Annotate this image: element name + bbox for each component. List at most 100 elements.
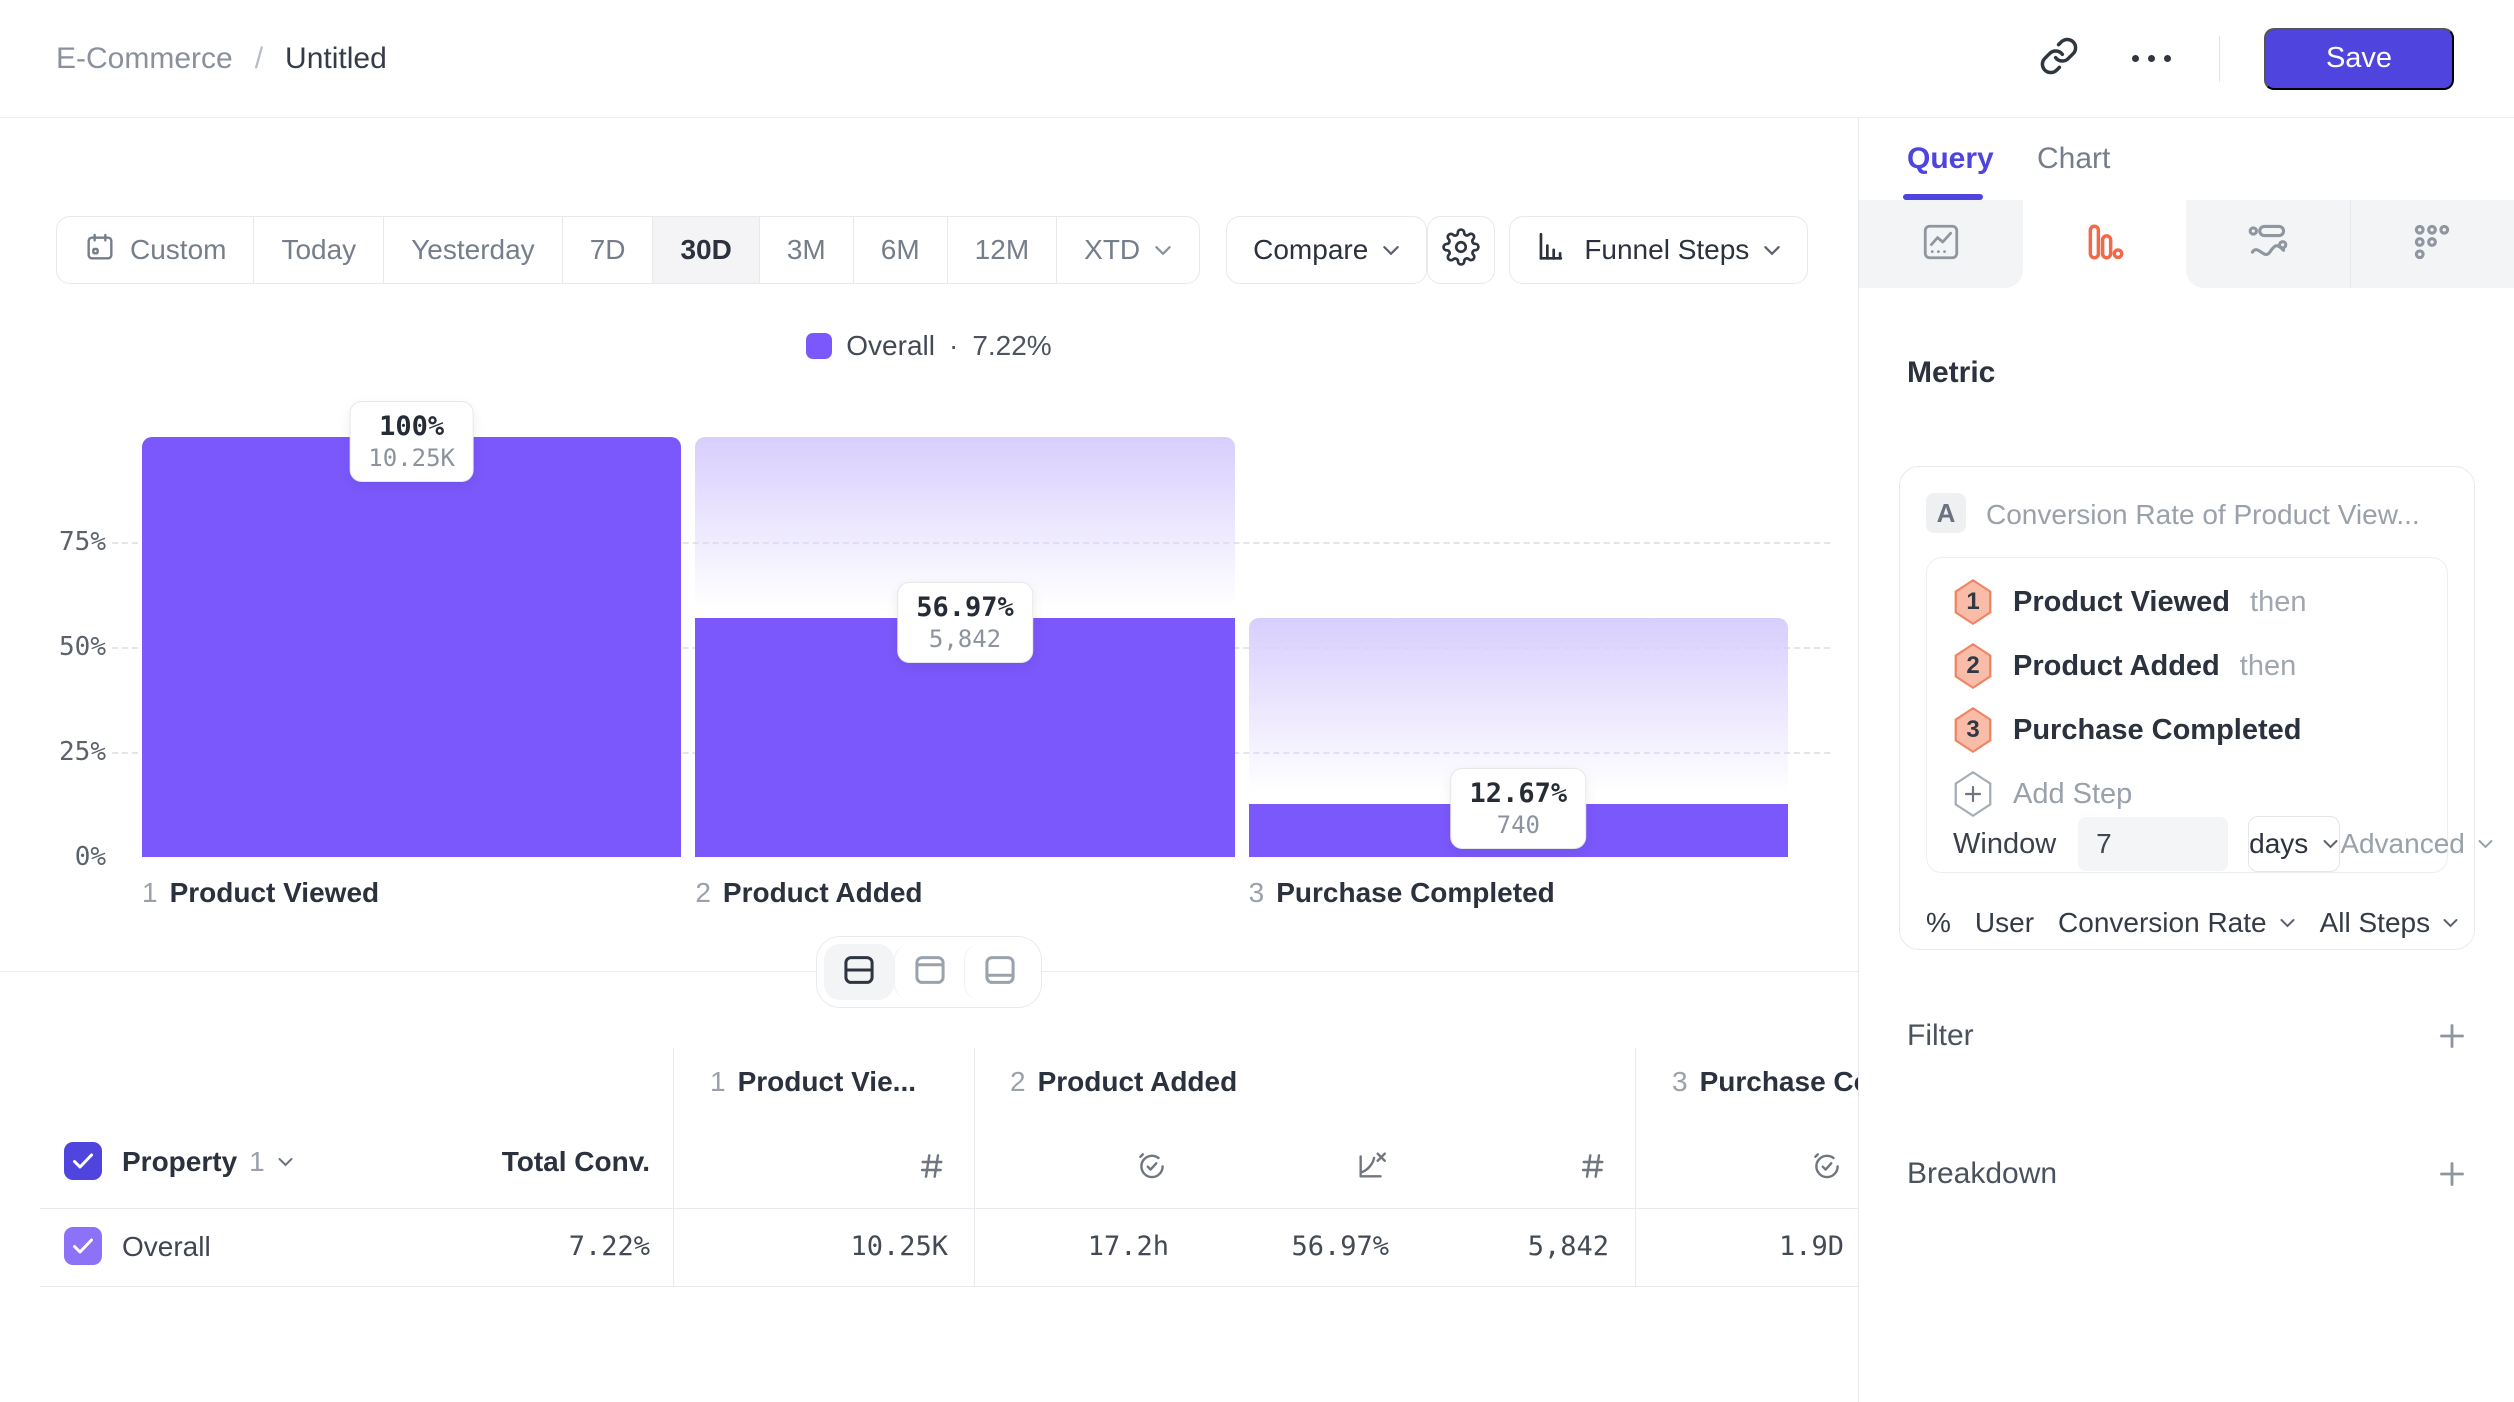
window-unit-dropdown[interactable]: days bbox=[2248, 816, 2340, 872]
step-label: Product Added bbox=[1038, 1066, 1238, 1098]
tab-query[interactable]: Query bbox=[1907, 142, 1994, 176]
date-range-yesterday[interactable]: Yesterday bbox=[383, 217, 562, 283]
chevron-down-icon bbox=[1154, 245, 1172, 256]
chevron-down-icon bbox=[2279, 918, 2296, 928]
breadcrumb-parent[interactable]: E-Commerce bbox=[56, 42, 233, 76]
step-badge-icon: 2 bbox=[1953, 643, 1993, 689]
funnel-step-2[interactable]: 2 Product Added then bbox=[1953, 642, 2296, 690]
row-overall-checkbox[interactable] bbox=[64, 1227, 102, 1265]
measure-scope-dropdown[interactable]: All Steps bbox=[2320, 907, 2460, 939]
date-range-6m[interactable]: 6M bbox=[853, 217, 947, 283]
journeys-flow-icon bbox=[2246, 220, 2290, 269]
y-axis-tick-label: 0% bbox=[40, 842, 106, 872]
funnel-step-3[interactable]: 3 Purchase Completed bbox=[1953, 706, 2321, 754]
chart-settings-button[interactable] bbox=[1427, 216, 1495, 284]
bar-value-chip-3: 12.67%740 bbox=[1451, 768, 1587, 849]
date-range-today[interactable]: Today bbox=[253, 217, 383, 283]
table-row-divider bbox=[40, 1286, 1858, 1287]
add-breakdown-button[interactable] bbox=[2434, 1156, 2470, 1192]
query-panel: Query Chart bbox=[1858, 118, 2514, 1402]
chart-legend[interactable]: Overall · 7.22% bbox=[0, 330, 1858, 362]
more-options-button[interactable] bbox=[2127, 35, 2175, 83]
layout-top-row-icon bbox=[913, 954, 947, 991]
total-conv-header: Total Conv. bbox=[430, 1146, 650, 1178]
date-range-12m[interactable]: 12M bbox=[947, 217, 1056, 283]
date-range-7d[interactable]: 7D bbox=[562, 217, 653, 283]
avg-time-icon[interactable] bbox=[969, 1148, 1169, 1187]
layout-table-only-button[interactable] bbox=[964, 944, 1034, 1000]
filter-section: Filter bbox=[1907, 1018, 2470, 1054]
legend-separator: · bbox=[949, 330, 958, 362]
gear-icon bbox=[1442, 228, 1480, 273]
layout-chart-only-button[interactable] bbox=[894, 944, 964, 1000]
layout-split-button[interactable] bbox=[824, 944, 894, 1000]
tab-funnel-chart[interactable] bbox=[2023, 200, 2187, 288]
step-event-name: Product Added bbox=[2013, 650, 2220, 683]
tab-journeys[interactable] bbox=[2186, 200, 2350, 288]
breakdown-label: Breakdown bbox=[1907, 1157, 2057, 1191]
date-range-label: Custom bbox=[130, 234, 226, 266]
property-label: Property bbox=[122, 1146, 237, 1178]
advanced-label: Advanced bbox=[2340, 828, 2465, 860]
property-select-all-checkbox[interactable] bbox=[64, 1142, 102, 1180]
bar-count: 5,842 bbox=[916, 625, 1014, 653]
chevron-down-icon bbox=[2477, 839, 2494, 849]
checkbox-checked-icon bbox=[64, 1227, 102, 1265]
breakdown-section: Breakdown bbox=[1907, 1156, 2470, 1192]
app-window: E-Commerce / Untitled Save bbox=[0, 0, 2514, 1402]
add-filter-button[interactable] bbox=[2434, 1018, 2470, 1054]
advanced-dropdown[interactable]: Advanced bbox=[2340, 828, 2494, 860]
window-value-input[interactable] bbox=[2078, 817, 2228, 871]
bar-count: 740 bbox=[1470, 811, 1568, 839]
step-label: Purchase Completed bbox=[1700, 1066, 1858, 1098]
date-range-custom[interactable]: Custom bbox=[57, 217, 253, 283]
table-column-header-step1: 1 Product Vie... bbox=[710, 1066, 916, 1098]
breadcrumb: E-Commerce / Untitled bbox=[56, 42, 387, 76]
date-range-30d[interactable]: 30D bbox=[652, 217, 758, 283]
measure-entity[interactable]: User bbox=[1975, 907, 2034, 939]
y-axis-tick-label: 25% bbox=[40, 737, 106, 767]
chevron-down-icon bbox=[277, 1157, 294, 1167]
chevron-down-icon bbox=[2322, 839, 2339, 849]
step-then-label: then bbox=[2240, 650, 2296, 683]
filter-label: Filter bbox=[1907, 1019, 1974, 1053]
bar-value-chip-2: 56.97%5,842 bbox=[897, 582, 1033, 663]
x-axis-step-label-3: 3Purchase Completed bbox=[1249, 877, 1555, 909]
measure-metric-dropdown[interactable]: Conversion Rate bbox=[2058, 907, 2296, 939]
step-number: 2 bbox=[695, 877, 711, 909]
chart-type-button[interactable]: Funnel Steps bbox=[1509, 216, 1808, 284]
funnel-step-1[interactable]: 1 Product Viewed then bbox=[1953, 578, 2306, 626]
x-axis-step-label-2: 2Product Added bbox=[695, 877, 922, 909]
share-link-button[interactable] bbox=[2035, 35, 2083, 83]
count-icon[interactable] bbox=[748, 1150, 948, 1187]
conversion-rate-icon[interactable] bbox=[1189, 1148, 1389, 1187]
compare-label: Compare bbox=[1253, 234, 1368, 266]
tab-line-chart[interactable] bbox=[1859, 200, 2023, 288]
count-icon[interactable] bbox=[1409, 1150, 1609, 1187]
tab-chart[interactable]: Chart bbox=[2037, 142, 2110, 176]
link-icon bbox=[2039, 36, 2079, 81]
date-range-xtd[interactable]: XTD bbox=[1056, 217, 1199, 283]
legend-value: 7.22% bbox=[972, 330, 1051, 362]
add-step-label: Add Step bbox=[2013, 778, 2132, 811]
add-step-button[interactable]: Add Step bbox=[1953, 770, 2132, 818]
tab-retention[interactable] bbox=[2350, 200, 2514, 288]
avg-time-icon[interactable] bbox=[1644, 1148, 1844, 1187]
step-name: Purchase Completed bbox=[1276, 877, 1555, 909]
row-step2-count: 5,842 bbox=[1409, 1231, 1609, 1262]
bar-count: 10.25K bbox=[368, 444, 455, 472]
date-range-3m[interactable]: 3M bbox=[759, 217, 853, 283]
save-button[interactable]: Save bbox=[2264, 28, 2454, 90]
x-axis-step-label-1: 1Product Viewed bbox=[142, 877, 379, 909]
layout-split-icon bbox=[842, 954, 876, 991]
metric-title[interactable]: Conversion Rate of Product View... bbox=[1986, 499, 2420, 531]
breadcrumb-current[interactable]: Untitled bbox=[285, 42, 387, 76]
calendar-icon bbox=[84, 231, 116, 270]
compare-button[interactable]: Compare bbox=[1226, 216, 1427, 284]
property-dropdown[interactable]: Property 1 bbox=[122, 1146, 294, 1178]
row-name[interactable]: Overall bbox=[122, 1231, 211, 1263]
funnel-bar-1[interactable] bbox=[142, 437, 681, 857]
metric-letter-chip: A bbox=[1926, 493, 1966, 533]
row-step3-time: 1.9D bbox=[1644, 1231, 1844, 1262]
y-axis-tick-label: 75% bbox=[40, 527, 106, 557]
